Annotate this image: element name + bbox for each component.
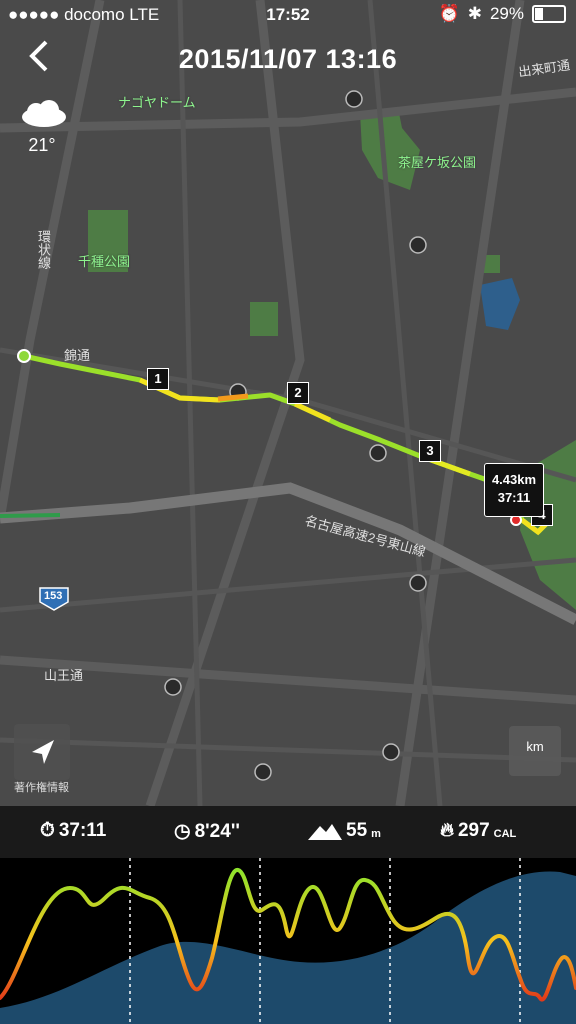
- lap-marker-1[interactable]: 1: [147, 368, 169, 390]
- status-bar: ●●●●● docomo LTE 17:52 ⏰ ✱ 29%: [0, 0, 576, 30]
- units-label: km: [526, 739, 544, 754]
- mountain-icon: [308, 824, 342, 840]
- weather-widget: 21°: [12, 100, 72, 156]
- route-153-shield: 153: [44, 590, 63, 602]
- cloud-icon: [22, 100, 66, 127]
- location-arrow-icon: [32, 740, 54, 764]
- label-sannou-dori: 山王通: [44, 668, 84, 683]
- label-kanjo-sen: 環状線: [36, 230, 51, 269]
- stat-calories: 297: [457, 820, 490, 841]
- lap-marker-3[interactable]: 3: [419, 440, 441, 462]
- units-button[interactable]: km: [509, 726, 561, 776]
- alarm-icon: ⏰: [438, 4, 460, 23]
- stat-elevation-unit: m: [371, 828, 381, 840]
- label-nishiki-dori: 錦通: [64, 348, 91, 363]
- stat-pace: 8'24'': [194, 820, 240, 842]
- pace-elevation-graph[interactable]: [0, 858, 576, 1024]
- battery-percent: 29%: [489, 4, 524, 23]
- label-nagoya-dome: ナゴヤドーム: [118, 95, 196, 110]
- lap-marker-2[interactable]: 2: [287, 382, 309, 404]
- tooltip-time: 37:11: [497, 490, 531, 505]
- stopwatch-icon: ⏱: [40, 820, 55, 841]
- temperature: 21°: [28, 135, 56, 155]
- finish-tooltip: 4.43km 37:11: [484, 463, 544, 517]
- label-chayagasaka-park: 茶屋ケ坂公園: [398, 155, 477, 170]
- stat-calories-unit: CAL: [493, 828, 517, 840]
- battery-icon: [532, 5, 566, 23]
- elevation-area: [0, 871, 576, 1024]
- speedometer-icon: ◷: [174, 821, 191, 842]
- page-title: 2015/11/07 13:16: [178, 44, 398, 74]
- flame-icon: 🔥︎: [440, 820, 454, 841]
- locate-button[interactable]: [14, 724, 70, 780]
- stats-bar: ⏱ 37:11 ◷ 8'24'' 55 m 🔥︎ 297 CAL: [0, 806, 576, 858]
- label-chikusa-park: 千種公園: [78, 254, 131, 269]
- tooltip-distance: 4.43km: [491, 472, 537, 487]
- copyright-link[interactable]: 著作権情報: [14, 779, 69, 795]
- stat-duration: 37:11: [58, 820, 107, 841]
- bluetooth-icon: ✱: [467, 4, 482, 23]
- stat-elevation: 55: [346, 820, 368, 841]
